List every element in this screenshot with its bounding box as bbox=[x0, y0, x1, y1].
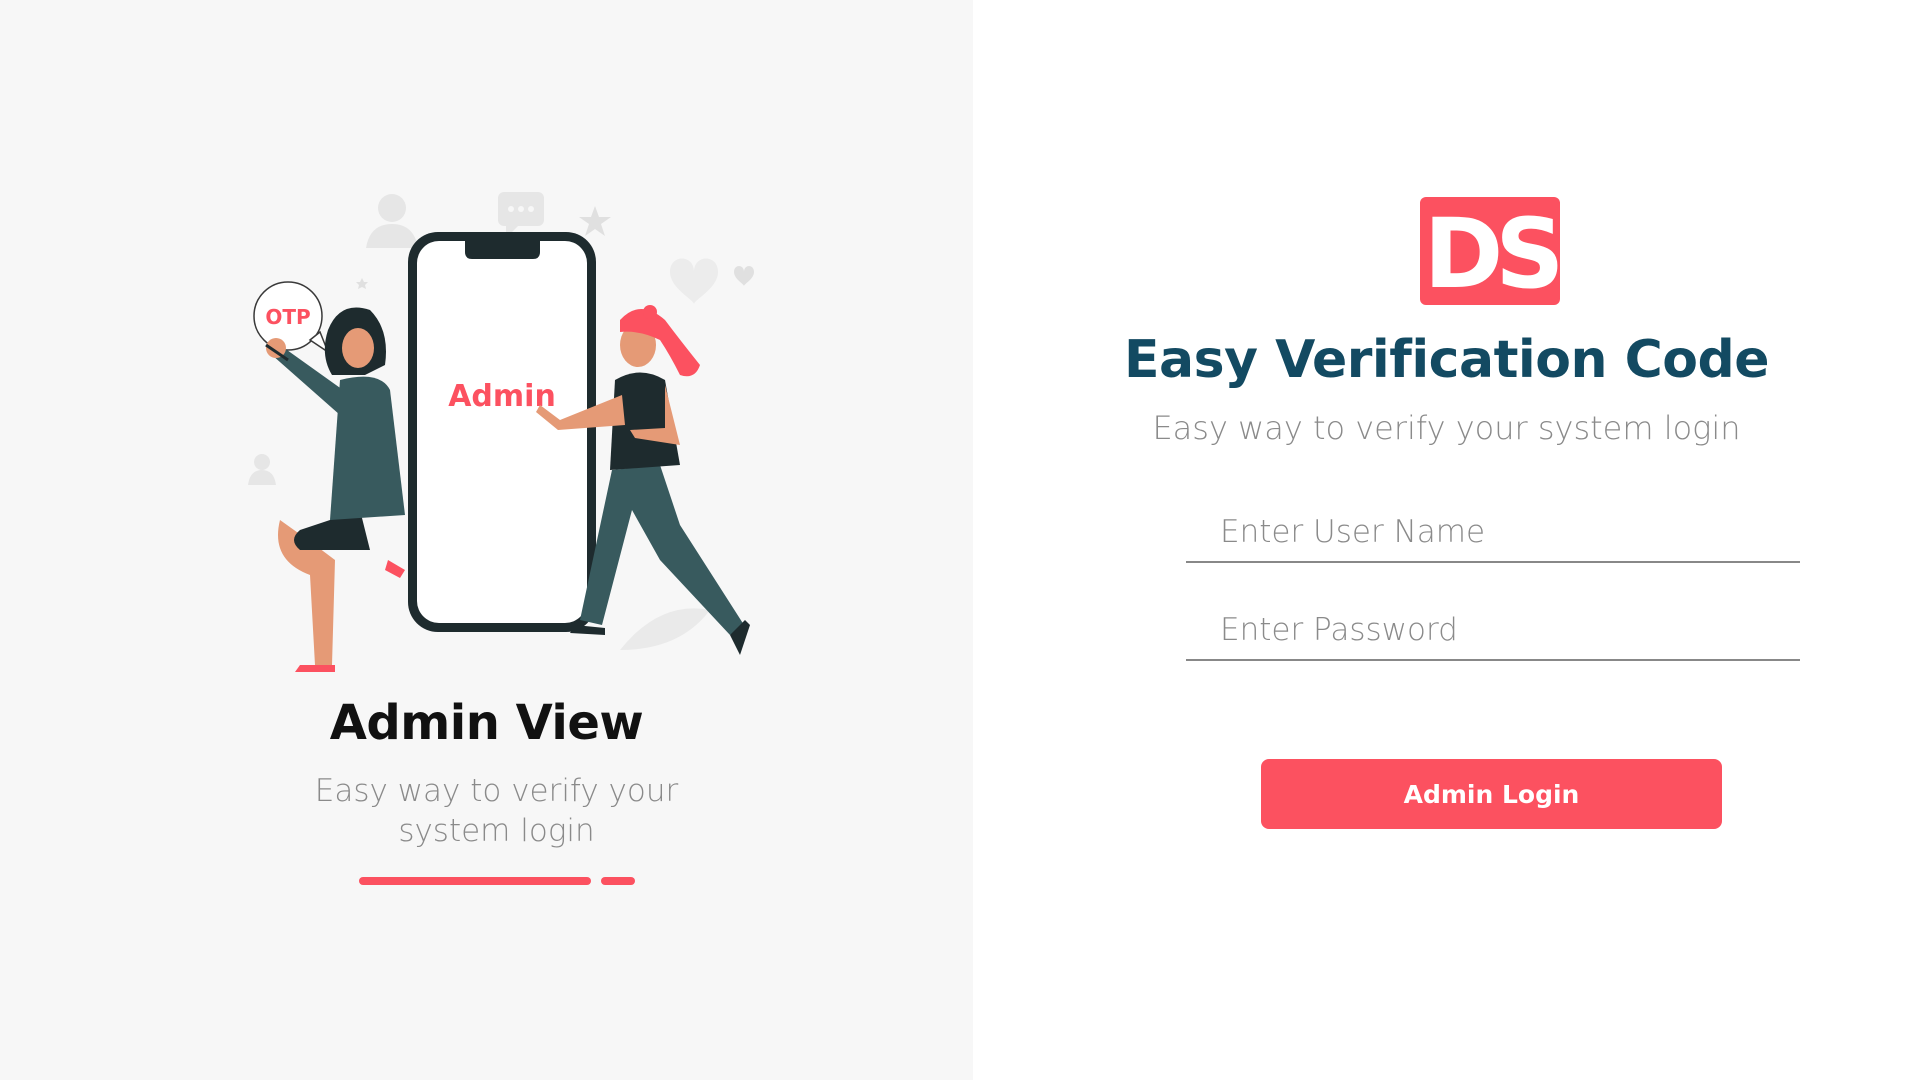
page-subtitle: Easy way to verify your system login bbox=[1152, 409, 1741, 447]
admin-login-button[interactable]: Admin Login bbox=[1261, 759, 1722, 829]
woman-left-figure bbox=[265, 307, 405, 672]
background-tiny-star-icon bbox=[356, 278, 368, 289]
background-heart-icon bbox=[670, 258, 718, 304]
background-chat-icon bbox=[498, 192, 544, 238]
password-input[interactable] bbox=[1186, 601, 1800, 661]
background-small-heart-icon bbox=[734, 266, 754, 286]
username-input[interactable] bbox=[1186, 503, 1800, 563]
background-user-small-icon bbox=[248, 454, 276, 485]
right-panel: DS Easy Verification Code Easy way to ve… bbox=[973, 0, 1920, 1080]
logo-text: DS bbox=[1424, 198, 1559, 305]
background-star-icon bbox=[579, 206, 611, 236]
otp-label: OTP bbox=[265, 305, 310, 329]
carousel-dot[interactable] bbox=[601, 877, 635, 885]
carousel-dot-active[interactable] bbox=[359, 877, 591, 885]
background-user-icon bbox=[366, 194, 418, 248]
left-panel: OTP Admin Admin View Easy way to verify … bbox=[0, 0, 973, 1080]
page-title: Easy Verification Code bbox=[1124, 330, 1769, 390]
phone-mockup: Admin bbox=[408, 232, 596, 632]
background-leaf-icon bbox=[620, 608, 710, 650]
otp-bubble: OTP bbox=[253, 281, 330, 354]
ds-logo: DS bbox=[1420, 197, 1560, 305]
admin-illustration: OTP Admin bbox=[248, 192, 754, 672]
carousel-indicator bbox=[359, 877, 635, 885]
left-title: Admin View bbox=[329, 695, 644, 751]
left-subtitle: Easy way to verify your system login bbox=[314, 773, 679, 849]
